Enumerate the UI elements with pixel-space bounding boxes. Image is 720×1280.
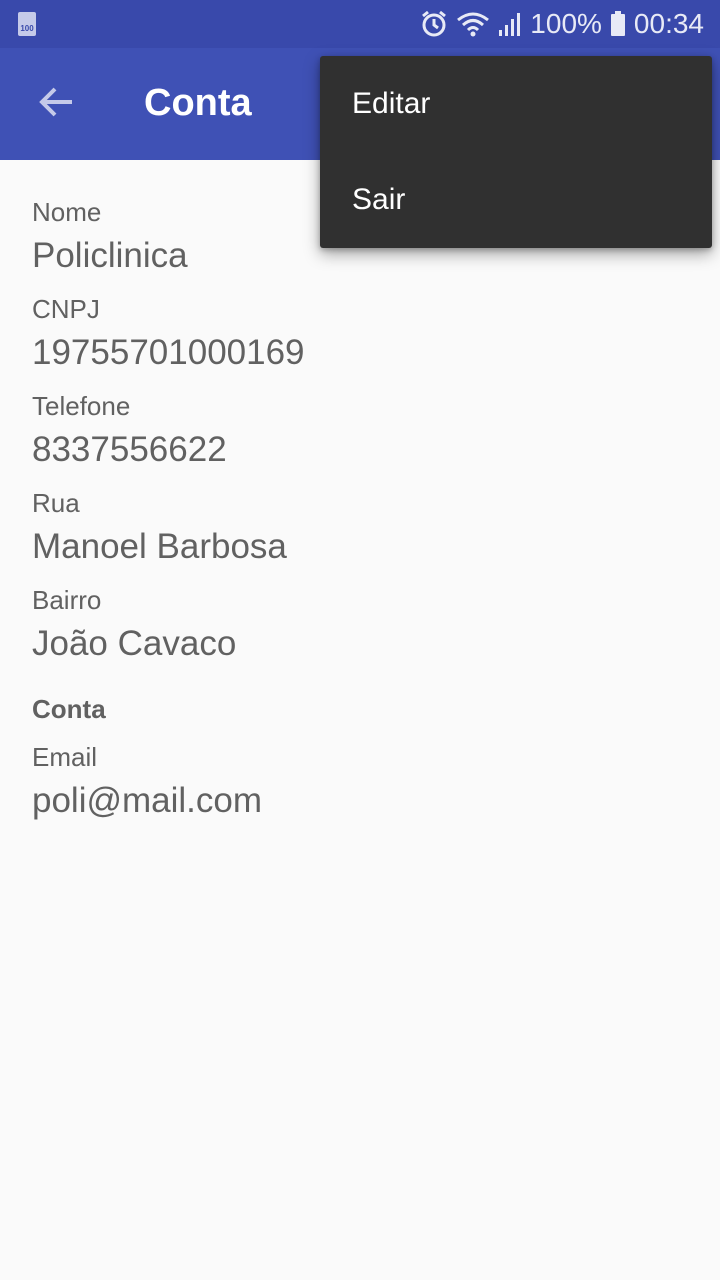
- signal-icon: [498, 11, 522, 37]
- wifi-icon: [456, 11, 490, 37]
- battery-percent: 100%: [530, 8, 602, 39]
- rua-label: Rua: [32, 488, 80, 518]
- battery-saver-icon: 100: [18, 12, 36, 36]
- rua-value: Manoel Barbosa: [32, 527, 287, 566]
- status-bar: 100 100% 00:34: [0, 0, 720, 48]
- battery-indicator-text: 100: [20, 24, 34, 33]
- telefone-label: Telefone: [32, 391, 131, 421]
- menu-item-sair[interactable]: Sair: [320, 152, 712, 248]
- account-details: Nome Policlinica CNPJ 19755701000169 Tel…: [32, 196, 688, 838]
- telefone-value: 8337556622: [32, 430, 227, 469]
- page-title: Conta: [144, 82, 252, 124]
- overflow-menu: Editar Sair: [320, 56, 712, 248]
- arrow-back-icon: [38, 86, 74, 123]
- alarm-icon: [420, 10, 448, 38]
- cnpj-value: 19755701000169: [32, 333, 305, 372]
- email-label: Email: [32, 742, 98, 772]
- account-section-title: Conta: [32, 694, 106, 724]
- back-button[interactable]: [24, 72, 88, 136]
- menu-item-editar[interactable]: Editar: [320, 56, 712, 152]
- email-value: poli@mail.com: [32, 781, 263, 820]
- clock: 00:34: [633, 8, 704, 39]
- cnpj-label: CNPJ: [32, 294, 100, 324]
- status-icons: 100% 00:34: [420, 0, 704, 48]
- bairro-label: Bairro: [32, 585, 102, 615]
- battery-icon: [610, 11, 626, 37]
- bairro-value: João Cavaco: [32, 624, 237, 663]
